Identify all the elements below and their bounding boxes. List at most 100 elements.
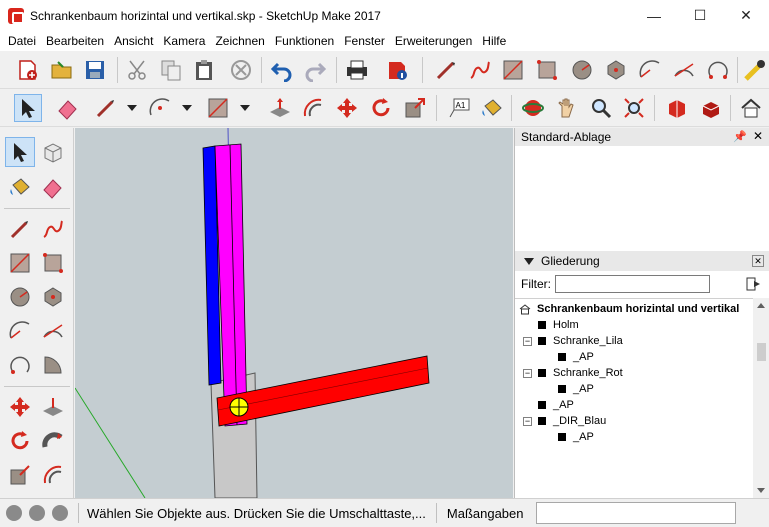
print-icon[interactable] xyxy=(343,56,371,84)
measurements-field[interactable] xyxy=(535,502,736,524)
rotated-rectangle-icon[interactable] xyxy=(533,56,561,84)
collapse-toggle-icon[interactable]: − xyxy=(523,368,532,378)
scale-icon[interactable] xyxy=(5,460,35,490)
zoom-extents-icon[interactable] xyxy=(620,94,648,122)
push-pull-icon[interactable] xyxy=(38,392,68,422)
credits-icon[interactable] xyxy=(29,505,45,521)
freehand-icon[interactable] xyxy=(38,214,68,244)
circle-icon[interactable] xyxy=(5,282,35,312)
new-model-icon[interactable] xyxy=(14,56,42,84)
close-tray-icon[interactable]: ✕ xyxy=(753,129,763,143)
make-component-icon[interactable] xyxy=(38,137,68,167)
user-icon[interactable] xyxy=(52,505,68,521)
filter-input[interactable] xyxy=(555,275,710,293)
pie-icon[interactable] xyxy=(38,350,68,380)
pan-icon[interactable] xyxy=(553,94,581,122)
eraser-icon[interactable] xyxy=(54,94,82,122)
menu-funktionen[interactable]: Funktionen xyxy=(270,34,339,48)
undo-icon[interactable] xyxy=(268,56,296,84)
arc-2pt-icon[interactable] xyxy=(670,56,698,84)
tree-item-ap[interactable]: _AP xyxy=(538,397,574,413)
arc-3pt-icon[interactable] xyxy=(5,350,35,380)
tree-item-schranke-rot[interactable]: − Schranke_Rot xyxy=(523,365,623,381)
arc-icon[interactable] xyxy=(5,316,35,346)
follow-me-icon[interactable] xyxy=(38,426,68,456)
collapse-toggle-icon[interactable]: − xyxy=(523,416,532,426)
collapse-toggle-icon[interactable]: − xyxy=(523,336,532,346)
rotated-rectangle-icon[interactable] xyxy=(38,248,68,278)
scroll-thumb[interactable] xyxy=(757,343,766,361)
outliner-header[interactable]: Gliederung ✕ xyxy=(515,251,769,271)
text-icon[interactable]: A1 xyxy=(445,94,473,122)
polygon-icon[interactable] xyxy=(38,282,68,312)
extension-warehouse-icon[interactable] xyxy=(697,94,725,122)
pencil-icon[interactable] xyxy=(92,94,120,122)
menu-bearbeiten[interactable]: Bearbeiten xyxy=(41,34,109,48)
rectangle-icon[interactable] xyxy=(5,248,35,278)
tree-scrollbar[interactable] xyxy=(753,298,769,498)
select-icon[interactable] xyxy=(5,137,35,167)
model-info-icon[interactable] xyxy=(384,56,412,84)
menu-datei[interactable]: Datei xyxy=(3,34,41,48)
tree-item-schranke-lila[interactable]: − Schranke_Lila xyxy=(523,333,623,349)
orbit-icon[interactable] xyxy=(519,94,547,122)
tape-measure-icon[interactable] xyxy=(741,56,769,84)
menu-zeichnen[interactable]: Zeichnen xyxy=(210,34,269,48)
menu-kamera[interactable]: Kamera xyxy=(158,34,210,48)
close-outliner-icon[interactable]: ✕ xyxy=(752,255,764,267)
pin-icon[interactable]: 📌 xyxy=(733,130,747,143)
select-icon[interactable] xyxy=(14,94,42,122)
paint-bucket-icon[interactable] xyxy=(5,172,35,202)
rotate-icon[interactable] xyxy=(5,426,35,456)
zoom-icon[interactable] xyxy=(587,94,615,122)
erase-icon[interactable] xyxy=(227,56,255,84)
scroll-down-icon[interactable] xyxy=(757,488,765,493)
minimize-button[interactable]: — xyxy=(631,0,677,31)
circle-icon[interactable] xyxy=(568,56,596,84)
save-icon[interactable] xyxy=(81,56,109,84)
move-icon[interactable] xyxy=(5,392,35,422)
menu-fenster[interactable]: Fenster xyxy=(339,34,390,48)
cut-icon[interactable] xyxy=(124,56,152,84)
rectangle-icon[interactable] xyxy=(499,56,527,84)
scroll-up-icon[interactable] xyxy=(757,303,765,308)
eraser-icon[interactable] xyxy=(38,172,68,202)
close-button[interactable]: ✕ xyxy=(723,0,769,31)
scale-icon[interactable] xyxy=(401,94,429,122)
tree-item-ap[interactable]: _AP xyxy=(558,381,594,397)
line-icon[interactable] xyxy=(5,214,35,244)
tree-root[interactable]: Schrankenbaum horizintal und vertikal xyxy=(519,301,739,317)
outliner-details-icon[interactable] xyxy=(746,276,762,292)
rotate-icon[interactable] xyxy=(367,94,395,122)
rectangle-icon[interactable] xyxy=(204,94,232,122)
arc-3pt-icon[interactable] xyxy=(704,56,732,84)
arc-icon[interactable] xyxy=(146,94,174,122)
modeling-viewport[interactable] xyxy=(75,128,513,498)
tree-item-dir-blau[interactable]: − _DIR_Blau xyxy=(523,413,606,429)
arc-2pt-icon[interactable] xyxy=(38,316,68,346)
maximize-button[interactable]: ☐ xyxy=(677,0,723,31)
paint-bucket-icon[interactable] xyxy=(478,94,506,122)
arc-icon[interactable] xyxy=(636,56,664,84)
3d-warehouse-icon[interactable] xyxy=(663,94,691,122)
menu-erweiterungen[interactable]: Erweiterungen xyxy=(390,34,477,48)
tree-item-ap[interactable]: _AP xyxy=(558,429,594,445)
redo-icon[interactable] xyxy=(301,56,329,84)
collapse-icon[interactable] xyxy=(524,257,534,265)
copy-icon[interactable] xyxy=(157,56,185,84)
polygon-icon[interactable] xyxy=(602,56,630,84)
house-icon[interactable] xyxy=(737,94,765,122)
geo-location-icon[interactable] xyxy=(6,505,22,521)
menu-hilfe[interactable]: Hilfe xyxy=(477,34,511,48)
open-icon[interactable] xyxy=(48,56,76,84)
offset-icon[interactable] xyxy=(38,460,68,490)
move-icon[interactable] xyxy=(333,94,361,122)
tree-item-holm[interactable]: Holm xyxy=(538,317,579,333)
push-pull-icon[interactable] xyxy=(266,94,294,122)
line-icon[interactable] xyxy=(432,56,460,84)
freehand-icon[interactable] xyxy=(466,56,494,84)
offset-icon[interactable] xyxy=(299,94,327,122)
tree-item-ap[interactable]: _AP xyxy=(558,349,594,365)
menu-ansicht[interactable]: Ansicht xyxy=(109,34,158,48)
paste-icon[interactable] xyxy=(190,56,218,84)
